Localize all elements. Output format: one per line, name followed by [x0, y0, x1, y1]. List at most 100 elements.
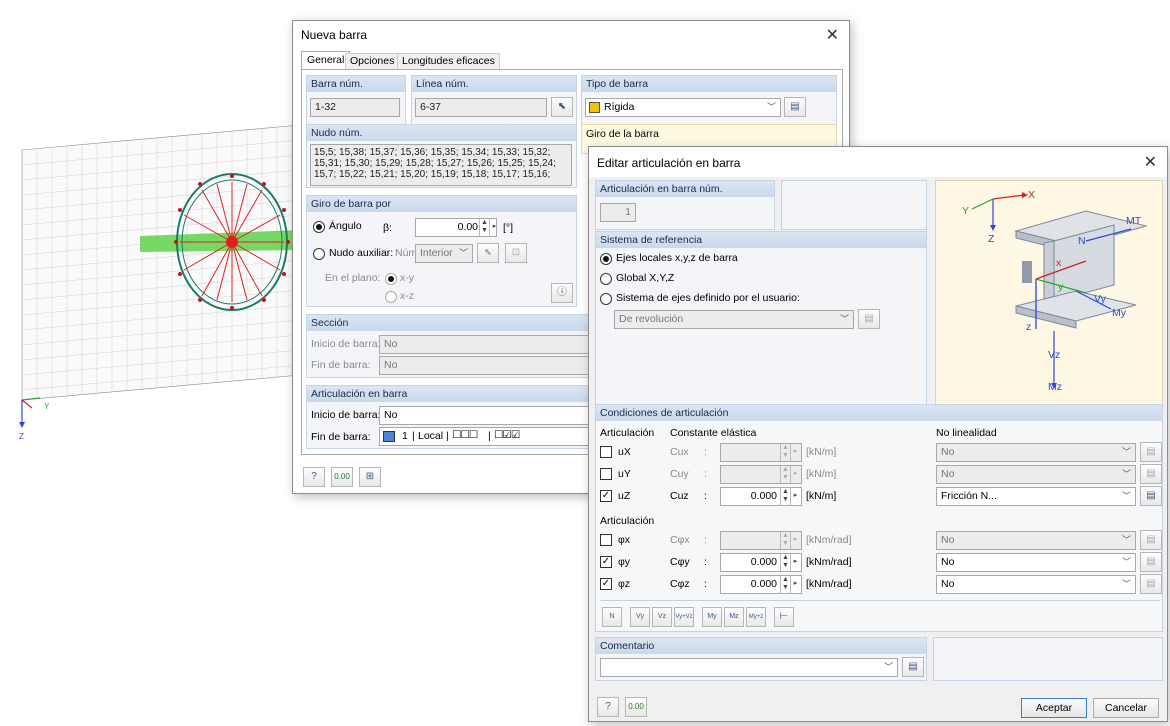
ux-label: uX [618, 446, 631, 458]
art-fin-field[interactable]: 1 | Local | ☐☐☐ | ☐☑☑ [379, 427, 619, 446]
chevron-down-icon: ﹀ [1121, 557, 1131, 567]
xy-radio[interactable] [385, 273, 397, 285]
uy-nonlin-select[interactable]: No ﹀ [936, 465, 1136, 484]
axis-z-label: Z [19, 432, 24, 441]
art-inicio-field[interactable]: No [379, 406, 619, 425]
edit-type-button[interactable]: ▤ [784, 97, 806, 117]
phiy-checkbox[interactable]: ✓ [600, 556, 612, 568]
phix-checkbox[interactable] [600, 534, 612, 546]
tab-opciones[interactable]: Opciones [345, 53, 400, 69]
tipo-barra-value: Rígida [604, 101, 635, 113]
sub-articulacion: Articulación [600, 515, 655, 527]
xz-label: x-z [400, 290, 414, 302]
cphiy-spinner[interactable]: ▲ ▼ [780, 554, 790, 571]
phix-edit-button[interactable]: ▤ [1140, 530, 1162, 550]
beta-spinner[interactable]: ▲ ▼ [479, 219, 489, 236]
cphiz-arrow[interactable]: ▸ [790, 576, 800, 593]
info-icon[interactable]: ⓘ [551, 283, 573, 303]
new-node-button[interactable]: ⊡ [505, 243, 527, 263]
sistema-label: Sistema de referencia [596, 232, 926, 248]
cuy-arrow[interactable]: ▸ [790, 466, 800, 483]
aceptar-button[interactable]: Aceptar [1021, 698, 1087, 718]
phiz-checkbox[interactable]: ✓ [600, 578, 612, 590]
cphiy-label: Cφy [670, 556, 690, 568]
model-viewport[interactable] [0, 0, 300, 460]
units-icon[interactable]: 0.00 [331, 467, 353, 487]
uz-edit-button[interactable]: ▤ [1140, 486, 1162, 506]
select-line-button[interactable]: ⬉ [551, 97, 573, 117]
cphix-unit: [kNm/rad] [806, 534, 852, 546]
close-icon[interactable]: ✕ [826, 25, 839, 45]
edit-axes-button[interactable]: ▤ [858, 309, 880, 329]
phiy-edit-button[interactable]: ▤ [1140, 552, 1162, 572]
cphiy-arrow[interactable]: ▸ [790, 554, 800, 571]
ejes-locales-label: Ejes locales x,y,z de barra [616, 252, 738, 264]
preset-n-button[interactable]: N [602, 607, 622, 627]
interior-value: Interior [420, 247, 453, 259]
uy-checkbox[interactable] [600, 468, 612, 480]
tipo-barra-label: Tipo de barra [582, 76, 836, 92]
nudo-auxiliar-radio[interactable] [313, 248, 325, 260]
preset-mz-button[interactable]: Mz [724, 607, 744, 627]
cphix-spinner[interactable]: ▲ ▼ [780, 532, 790, 549]
giro-barra-label: Giro de la barra [586, 128, 659, 140]
chevron-down-icon: ﹀ [1121, 579, 1131, 589]
ux-edit-button[interactable]: ▤ [1140, 442, 1162, 462]
comment-library-button[interactable]: ▤ [902, 657, 924, 677]
beta-arrow[interactable]: ▸ [489, 219, 499, 236]
cphiz-spinner[interactable]: ▲ ▼ [780, 576, 790, 593]
cuz-spinner[interactable]: ▲ ▼ [780, 488, 790, 505]
xz-radio[interactable] [385, 291, 397, 303]
cux-arrow[interactable]: ▸ [790, 444, 800, 461]
user-axes-select[interactable]: De revolución ﹀ [614, 310, 854, 329]
uz-checkbox[interactable]: ✓ [600, 490, 612, 502]
cuy-spinner[interactable]: ▲ ▼ [780, 466, 790, 483]
close-icon[interactable]: ✕ [1144, 152, 1157, 172]
angulo-radio[interactable] [313, 221, 325, 233]
info-icon[interactable]: ⊞ [359, 467, 381, 487]
editar-articulacion-dialog: Editar articulación en barra ✕ Articulac… [588, 146, 1168, 722]
phiz-edit-button[interactable]: ▤ [1140, 574, 1162, 594]
colon: : [704, 468, 707, 480]
preset-vyvz-button[interactable]: Vy+Vz [674, 607, 694, 627]
units-icon[interactable]: 0.00 [625, 697, 647, 717]
preset-my-button[interactable]: My [702, 607, 722, 627]
preset-vy-button[interactable]: Vy [630, 607, 650, 627]
ejes-locales-radio[interactable] [600, 253, 612, 265]
user-axes-value: De revolución [619, 313, 684, 325]
nudo-line-1: 15,5; 15,38; 15,37; 15,36; 15,35; 15,34;… [314, 147, 551, 158]
global-radio[interactable] [600, 273, 612, 285]
cphix-arrow[interactable]: ▸ [790, 532, 800, 549]
phiy-nonlin-select[interactable]: No ﹀ [936, 553, 1136, 572]
tipo-barra-select[interactable]: Rígida ﹀ [585, 98, 781, 117]
tab-longitudes[interactable]: Longitudes eficaces [397, 53, 500, 69]
comentario-side-box [933, 637, 1163, 681]
phiz-nonlin-select[interactable]: No ﹀ [936, 575, 1136, 594]
uz-nonlin-select[interactable]: Fricción N... ﹀ [936, 487, 1136, 506]
art-num-group: Articulación en barra núm. 1 [595, 180, 775, 230]
pick-node-button[interactable]: ⬉ [477, 243, 499, 263]
interior-select[interactable]: Interior ﹀ [415, 244, 473, 263]
chevron-down-icon: ﹀ [766, 102, 776, 112]
help-icon[interactable]: ? [303, 467, 325, 487]
ux-checkbox[interactable] [600, 446, 612, 458]
user-axes-radio[interactable] [600, 293, 612, 305]
cancelar-button[interactable]: Cancelar [1093, 698, 1159, 718]
seccion-fin-field[interactable]: No [379, 356, 619, 375]
cuz-arrow[interactable]: ▸ [790, 488, 800, 505]
phix-nonlin-select[interactable]: No ﹀ [936, 531, 1136, 550]
ux-nonlin-select[interactable]: No ﹀ [936, 443, 1136, 462]
help-icon[interactable]: ? [597, 697, 619, 717]
cux-spinner[interactable]: ▲ ▼ [780, 444, 790, 461]
tab-general[interactable]: General [301, 51, 351, 69]
uy-edit-button[interactable]: ▤ [1140, 464, 1162, 484]
vy-label: Vy [1094, 293, 1106, 305]
preset-myz-label: My+z [748, 614, 764, 620]
hinge-preview: X Y Z N MT x Vy My y z Vz Mz [935, 180, 1163, 406]
preset-fixed-button[interactable]: ⊢ [774, 607, 794, 627]
preset-vz-button[interactable]: Vz [652, 607, 672, 627]
preset-myz-button[interactable]: My+z [746, 607, 766, 627]
comentario-input[interactable]: ﹀ [600, 658, 898, 677]
seccion-inicio-field[interactable]: No [379, 335, 619, 354]
nudo-num-group: Nudo núm. 15,5; 15,38; 15,37; 15,36; 15,… [306, 124, 577, 188]
